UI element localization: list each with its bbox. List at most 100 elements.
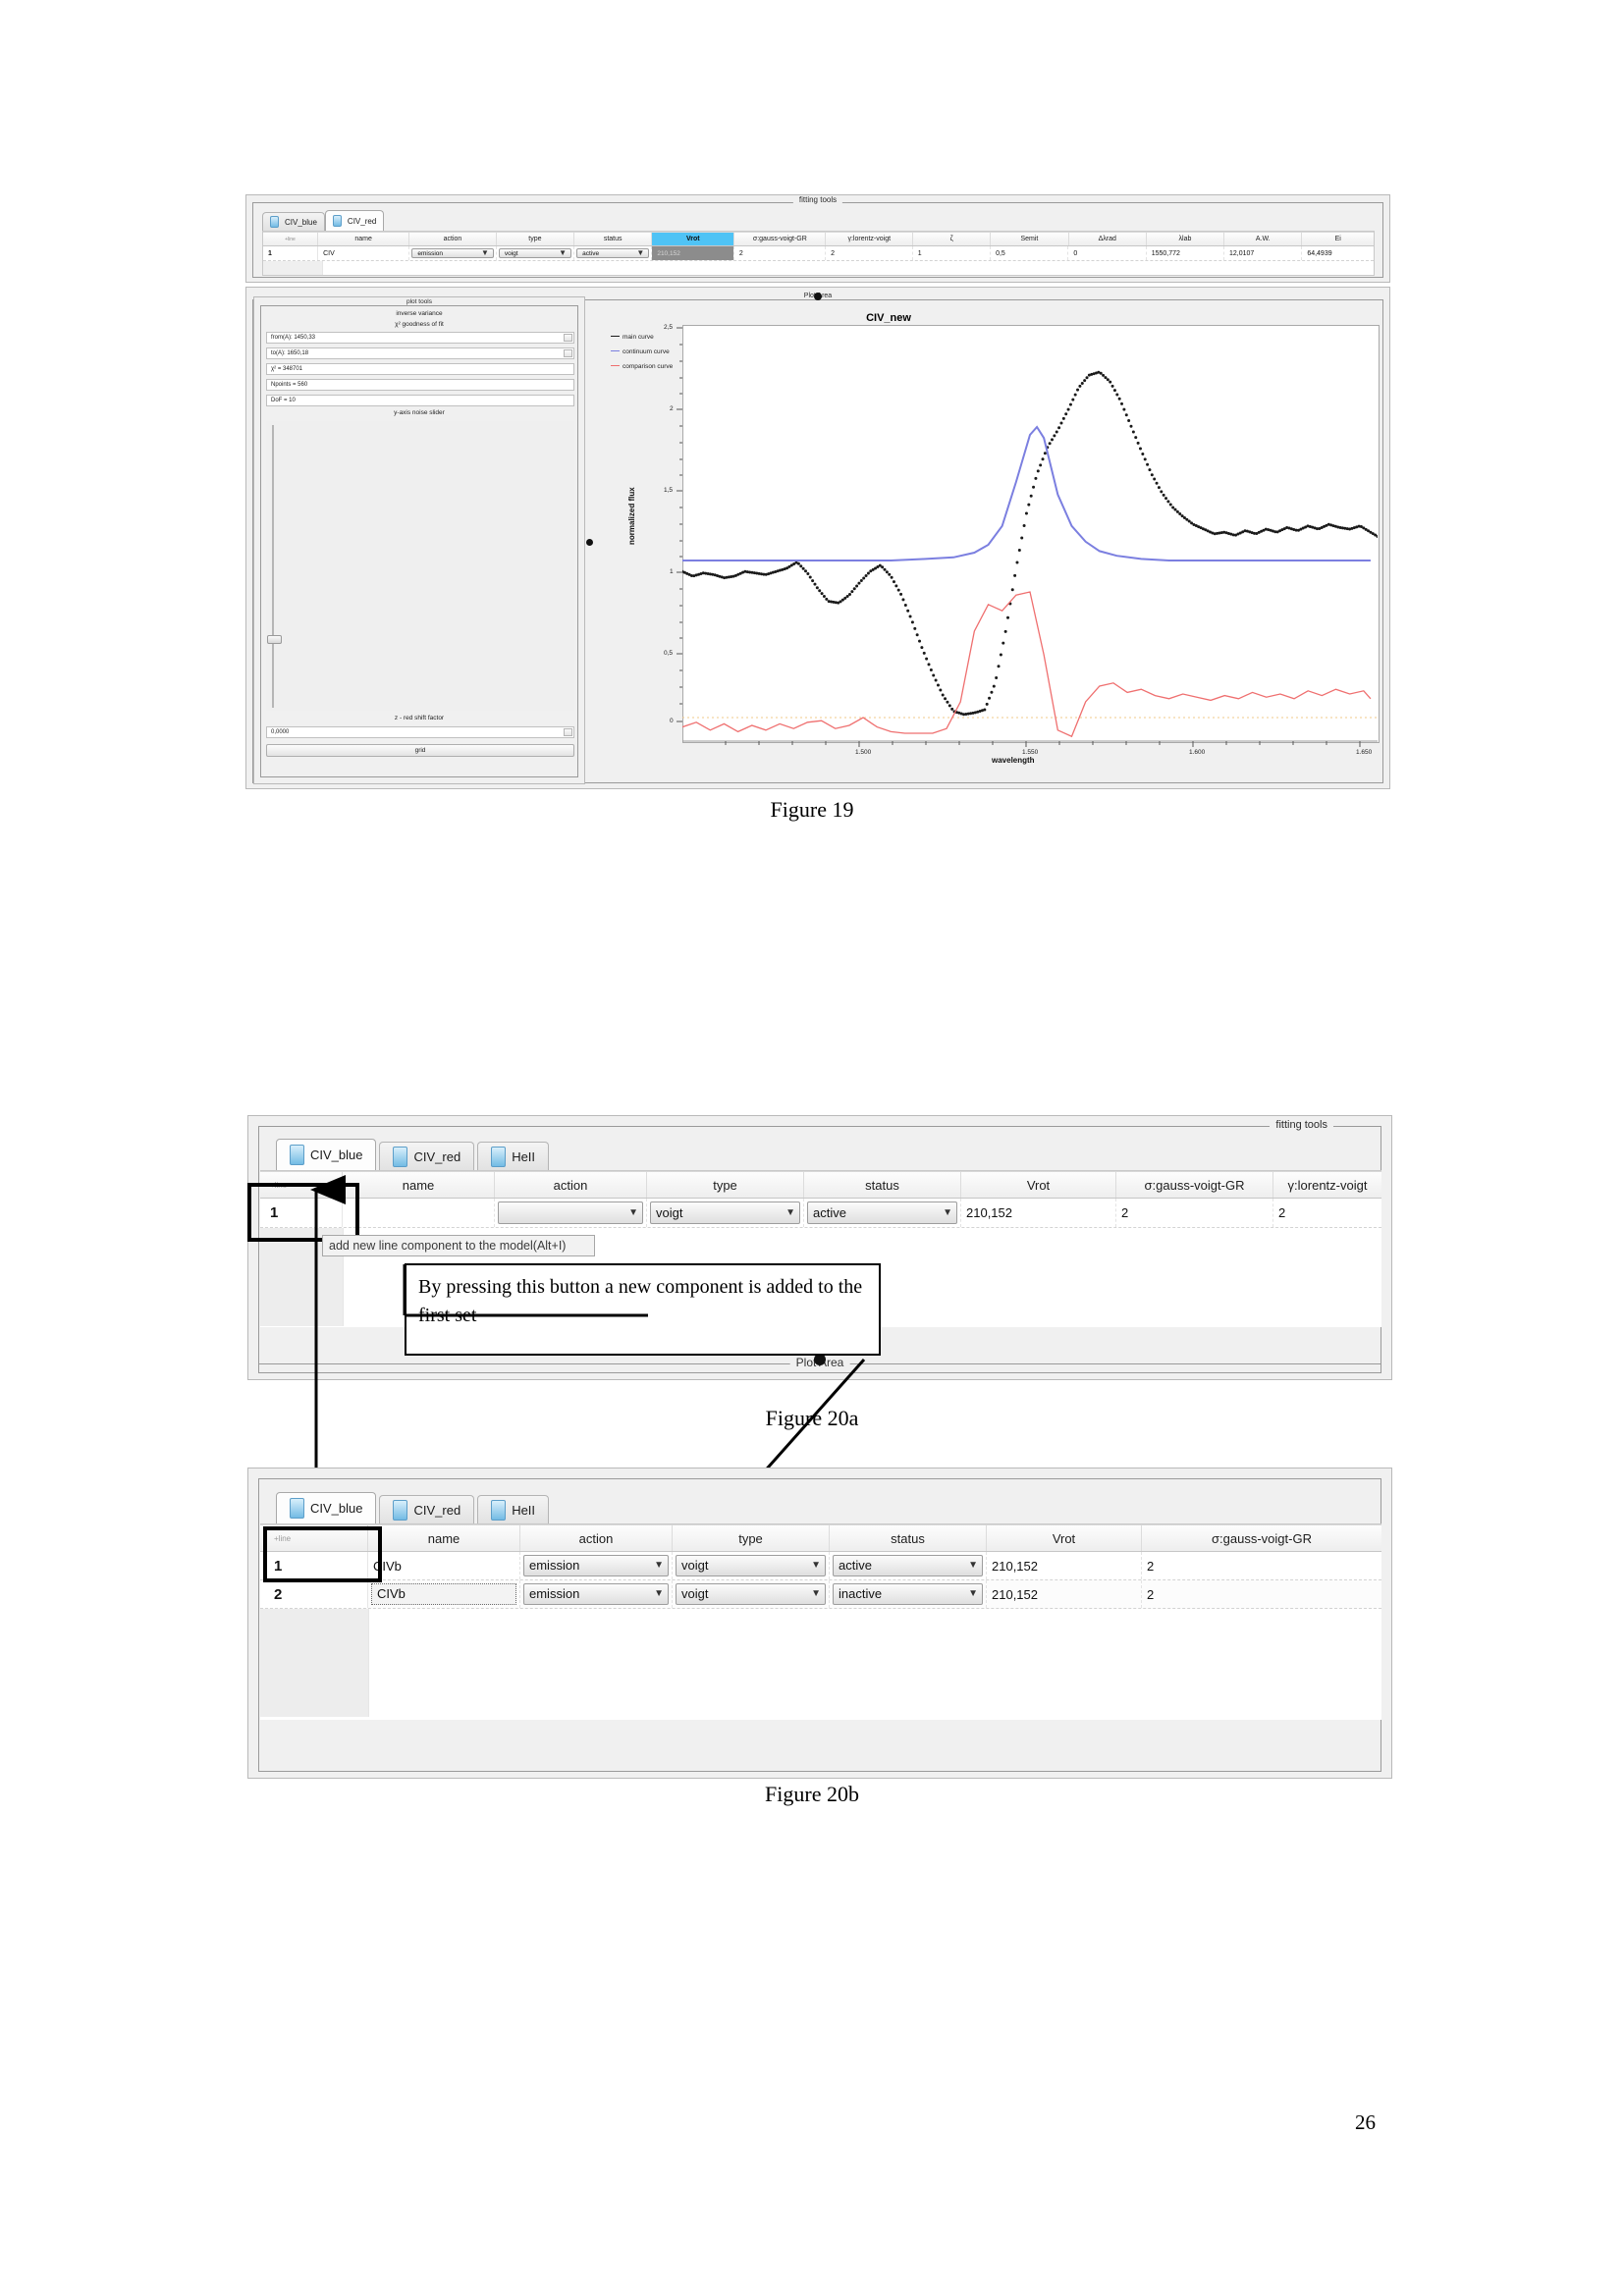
th-lambda-lab[interactable]: λlab <box>1147 233 1225 245</box>
cell-sigma[interactable]: 2 <box>1142 1580 1381 1608</box>
th-status[interactable]: status <box>574 233 653 245</box>
cell-status[interactable]: active ▼ <box>574 246 653 260</box>
cell-vrot[interactable]: 210,152 <box>652 246 734 260</box>
cell-status[interactable]: active ▼ <box>830 1552 987 1579</box>
cell-delta-lambda-rad[interactable]: 0 <box>1068 246 1147 260</box>
tab-civ-blue[interactable]: CIV_blue <box>276 1139 377 1170</box>
to-spinner[interactable] <box>564 349 572 357</box>
th-action[interactable]: action <box>520 1525 673 1551</box>
cell-type[interactable]: voigt ▼ <box>497 246 575 260</box>
redshift-spinner[interactable] <box>564 728 572 736</box>
cell-vrot[interactable]: 210,152 <box>987 1552 1142 1579</box>
cell-sigma[interactable]: 2 <box>1142 1552 1381 1579</box>
cell-action[interactable]: emission ▼ <box>520 1552 673 1579</box>
tab-heii[interactable]: HeII <box>477 1495 550 1523</box>
table-row[interactable]: 1 CIVb emission ▼ voigt ▼ active ▼ 210,1… <box>260 1552 1381 1580</box>
cell-sigma[interactable]: 2 <box>1116 1199 1273 1227</box>
action-dropdown[interactable]: ▼ <box>498 1201 643 1224</box>
th-sigma-gauss-voigt-gr[interactable]: σ:gauss-voigt-GR <box>734 233 827 245</box>
th-name[interactable]: name <box>343 1172 495 1198</box>
status-dropdown[interactable]: inactive ▼ <box>833 1583 983 1605</box>
name-edit-field[interactable]: CIVb <box>371 1583 516 1605</box>
cell-name[interactable]: CIVb <box>368 1552 520 1579</box>
type-dropdown[interactable]: voigt ▼ <box>498 247 572 259</box>
cell-lambda-lab[interactable]: 1550,772 <box>1147 246 1224 260</box>
cell-name[interactable]: CIVb <box>368 1580 520 1608</box>
th-sigma-gauss-voigt-gr[interactable]: σ:gauss-voigt-GR <box>1116 1172 1273 1198</box>
vrot-selected-value[interactable]: 210,152 <box>652 246 733 260</box>
tab-civ-red[interactable]: CIV_red <box>324 210 385 231</box>
y-tick-2: 2 <box>670 405 674 412</box>
th-plus-line[interactable]: +line <box>263 233 318 245</box>
th-type[interactable]: type <box>673 1525 830 1551</box>
table-row[interactable]: 1 ▼ voigt ▼ active ▼ 210,152 2 2 <box>260 1199 1381 1228</box>
action-dropdown[interactable]: emission ▼ <box>411 247 494 259</box>
th-gamma-lorentz-voigt[interactable]: γ:lorentz-voigt <box>826 233 914 245</box>
th-action[interactable]: action <box>495 1172 647 1198</box>
cell-gamma[interactable]: 2 <box>1273 1199 1381 1227</box>
from-angstrom-field[interactable]: from(A): 1450,33 <box>266 332 574 344</box>
splitter-handle[interactable] <box>814 293 822 300</box>
th-status[interactable]: status <box>830 1525 987 1551</box>
cell-type[interactable]: voigt ▼ <box>673 1580 830 1608</box>
cell-type[interactable]: voigt ▼ <box>673 1552 830 1579</box>
th-ei[interactable]: Ei <box>1302 233 1374 245</box>
status-value: active <box>582 249 600 257</box>
cell-vrot[interactable]: 210,152 <box>961 1199 1116 1227</box>
type-dropdown[interactable]: voigt ▼ <box>676 1583 826 1605</box>
cell-aw[interactable]: 12,0107 <box>1224 246 1303 260</box>
th-type[interactable]: type <box>497 233 575 245</box>
cell-action[interactable]: emission ▼ <box>409 246 497 260</box>
cell-semit[interactable]: 0,5 <box>991 246 1069 260</box>
grid-button[interactable]: grid <box>266 744 574 757</box>
tab-civ-red[interactable]: CIV_red <box>379 1142 475 1170</box>
th-sigma-gauss-voigt-gr[interactable]: σ:gauss-voigt-GR <box>1142 1525 1381 1551</box>
figure19-plot-canvas[interactable] <box>682 325 1380 743</box>
th-delta-lambda-rad[interactable]: Δλrad <box>1069 233 1147 245</box>
from-spinner[interactable] <box>564 334 572 342</box>
tab-civ-blue[interactable]: CIV_blue <box>262 212 325 231</box>
type-dropdown[interactable]: voigt ▼ <box>676 1555 826 1576</box>
th-vrot[interactable]: Vrot <box>961 1172 1116 1198</box>
to-angstrom-field[interactable]: to(A): 1650,18 <box>266 347 574 359</box>
slider-track[interactable] <box>272 425 274 708</box>
cell-gamma[interactable]: 2 <box>826 246 913 260</box>
th-aw[interactable]: A.W. <box>1224 233 1303 245</box>
th-action[interactable]: action <box>409 233 497 245</box>
cell-vrot[interactable]: 210,152 <box>987 1580 1142 1608</box>
cell-name[interactable]: CIV <box>318 246 410 260</box>
cell-ei[interactable]: 64,4939 <box>1302 246 1374 260</box>
tab-icon <box>393 1146 408 1167</box>
th-vrot[interactable]: Vrot <box>652 233 735 245</box>
th-type[interactable]: type <box>647 1172 804 1198</box>
cell-type[interactable]: voigt ▼ <box>647 1199 804 1227</box>
slider-thumb[interactable] <box>267 635 282 644</box>
th-gamma-lorentz-voigt[interactable]: γ:lorentz-voigt <box>1273 1172 1381 1198</box>
th-name[interactable]: name <box>318 233 410 245</box>
cell-action[interactable]: ▼ <box>495 1199 647 1227</box>
pane-divider-handle[interactable] <box>586 539 593 546</box>
cell-zeta[interactable]: 1 <box>913 246 992 260</box>
action-dropdown[interactable]: emission ▼ <box>523 1583 669 1605</box>
tab-civ-red[interactable]: CIV_red <box>379 1495 475 1523</box>
cell-action[interactable]: emission ▼ <box>520 1580 673 1608</box>
status-dropdown[interactable]: active ▼ <box>576 247 650 259</box>
cell-sigma[interactable]: 2 <box>734 246 827 260</box>
action-dropdown[interactable]: emission ▼ <box>523 1555 669 1576</box>
redshift-field[interactable]: 0,0000 <box>266 726 574 738</box>
tab-civ-blue[interactable]: CIV_blue <box>276 1492 377 1523</box>
table-row[interactable]: 2 CIVb emission ▼ voigt ▼ inactive ▼ 210… <box>260 1580 1381 1609</box>
type-dropdown[interactable]: voigt ▼ <box>650 1201 800 1224</box>
th-semit[interactable]: Semit <box>991 233 1069 245</box>
status-dropdown[interactable]: active ▼ <box>833 1555 983 1576</box>
cell-status[interactable]: active ▼ <box>804 1199 961 1227</box>
table-row[interactable]: 1 CIV emission ▼ voigt ▼ active ▼ 210,15… <box>263 246 1374 261</box>
th-zeta[interactable]: ζ <box>913 233 992 245</box>
th-vrot[interactable]: Vrot <box>987 1525 1142 1551</box>
th-status[interactable]: status <box>804 1172 961 1198</box>
status-dropdown[interactable]: active ▼ <box>807 1201 957 1224</box>
cell-status[interactable]: inactive ▼ <box>830 1580 987 1608</box>
cell-name[interactable] <box>343 1199 495 1227</box>
th-name[interactable]: name <box>368 1525 520 1551</box>
tab-heii[interactable]: HeII <box>477 1142 550 1170</box>
